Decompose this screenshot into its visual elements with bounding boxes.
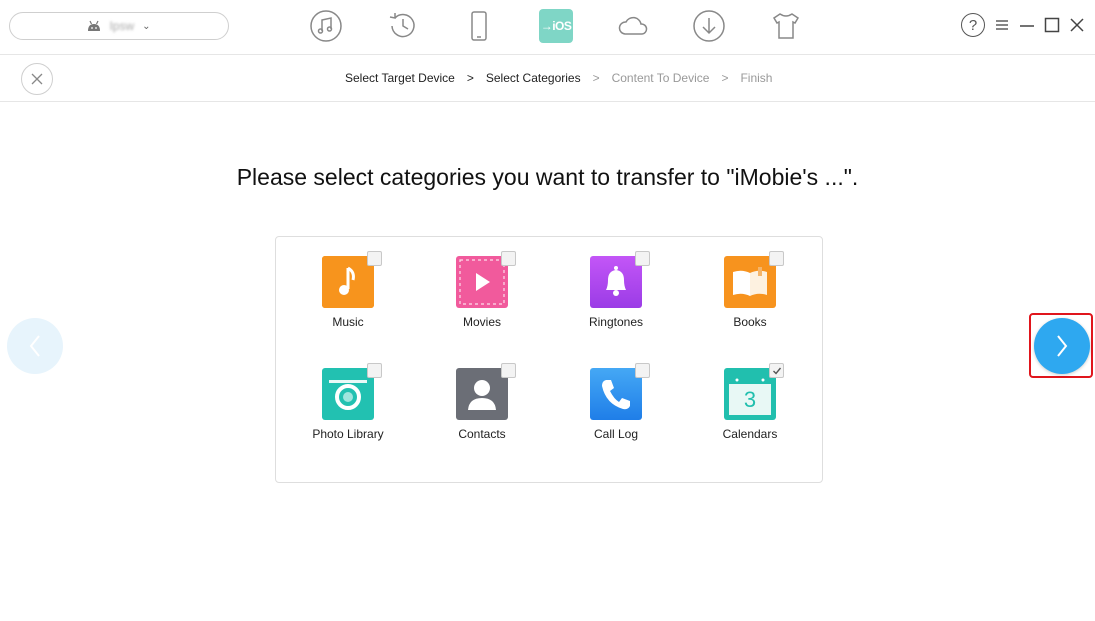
category-label: Calendars (722, 427, 778, 441)
category-checkbox[interactable] (367, 251, 382, 266)
close-window-icon[interactable] (1069, 17, 1085, 33)
cloud-icon[interactable] (607, 6, 659, 46)
category-label: Contacts (458, 427, 506, 441)
minimize-icon[interactable] (1019, 17, 1035, 33)
ios-mover-icon[interactable]: → iOS (530, 6, 582, 46)
category-ringtones[interactable]: Ringtones (559, 251, 669, 346)
calendar-day: 3 (744, 387, 756, 412)
close-icon (31, 73, 43, 85)
category-label: Movies (462, 315, 501, 329)
breadcrumb-bar: Select Target Device > Select Categories… (0, 55, 1095, 102)
help-icon[interactable]: ? (961, 13, 985, 37)
breadcrumb-separator: > (592, 71, 600, 85)
tshirt-icon[interactable] (760, 6, 812, 46)
menu-icon[interactable] (994, 17, 1010, 33)
category-call-log[interactable]: Call Log (559, 363, 669, 458)
breadcrumb-separator: > (721, 71, 729, 85)
window-controls: ? (961, 13, 1085, 37)
breadcrumb-step-finish: Finish (740, 71, 773, 85)
category-panel: Music Movies Ringtones Books Photo Libra… (275, 236, 823, 483)
maximize-icon[interactable] (1044, 17, 1060, 33)
breadcrumb-step-target-device: Select Target Device (345, 71, 455, 85)
category-books[interactable]: Books (693, 251, 803, 346)
history-icon[interactable] (377, 6, 429, 46)
category-music[interactable]: Music (291, 251, 401, 346)
download-icon[interactable] (683, 6, 735, 46)
page-title: Please select categories you want to tra… (236, 164, 859, 190)
chevron-right-icon (1057, 335, 1068, 357)
category-checkbox[interactable] (769, 251, 784, 266)
category-checkbox[interactable] (635, 251, 650, 266)
chevron-down-icon: ⌄ (142, 20, 151, 32)
category-label: Ringtones (588, 315, 644, 329)
top-toolbar: Ipsw ⌄ → iOS ? (0, 0, 1095, 55)
breadcrumb-step-categories: Select Categories (485, 71, 581, 85)
android-icon (88, 20, 101, 31)
category-contacts[interactable]: Contacts (425, 363, 535, 458)
previous-button[interactable] (7, 318, 63, 374)
device-name: Ipsw (109, 19, 135, 33)
breadcrumb: Select Target Device > Select Categories… (345, 71, 772, 85)
category-label: Music (332, 315, 364, 329)
chevron-left-icon (29, 335, 40, 357)
breadcrumb-separator: > (466, 71, 474, 85)
checkmark-icon (772, 367, 781, 375)
category-checkbox[interactable] (635, 363, 650, 378)
mode-icon-bar: → iOS (300, 6, 837, 46)
category-checkbox[interactable] (367, 363, 382, 378)
breadcrumb-step-content: Content To Device (611, 71, 710, 85)
category-label: Call Log (593, 427, 639, 441)
device-selector[interactable]: Ipsw ⌄ (9, 12, 229, 40)
category-photo-library[interactable]: Photo Library (291, 363, 401, 458)
phone-icon[interactable] (453, 6, 505, 46)
category-checkbox[interactable] (501, 363, 516, 378)
next-button[interactable] (1034, 318, 1090, 374)
category-calendars[interactable]: 3 Calendars (693, 363, 803, 458)
music-mode-icon[interactable] (300, 6, 352, 46)
category-checkbox[interactable] (501, 251, 516, 266)
category-label: Photo Library (312, 427, 384, 441)
close-button[interactable] (21, 63, 53, 95)
category-label: Books (733, 315, 767, 329)
category-checkbox[interactable] (769, 363, 784, 378)
category-movies[interactable]: Movies (425, 251, 535, 346)
